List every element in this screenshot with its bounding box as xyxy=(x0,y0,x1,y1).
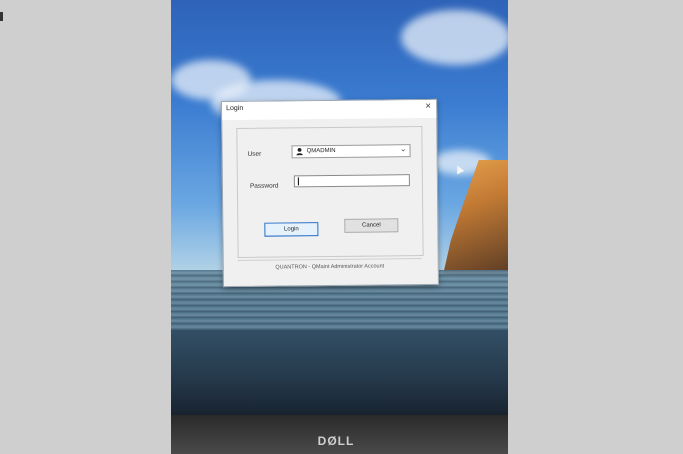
user-avatar-icon xyxy=(296,147,303,156)
password-input[interactable] xyxy=(293,174,410,188)
wet-sand xyxy=(171,330,508,415)
chevron-down-icon: ⌄ xyxy=(399,144,407,154)
login-dialog: Login × User QMADMIN ⌄ Password Login Ca… xyxy=(221,98,439,288)
close-icon[interactable]: × xyxy=(425,101,431,112)
brand-logo: DØLL xyxy=(317,434,355,448)
user-label: User xyxy=(247,150,262,158)
text-caret xyxy=(297,177,299,186)
dialog-title: Login xyxy=(226,104,244,113)
cancel-button[interactable]: Cancel xyxy=(344,218,399,233)
user-select-value: QMADMIN xyxy=(306,147,336,155)
login-form-panel: User QMADMIN ⌄ Password Login Cancel xyxy=(236,126,424,258)
dialog-titlebar: Login × xyxy=(222,99,437,121)
user-select[interactable]: QMADMIN ⌄ xyxy=(291,144,411,159)
login-button[interactable]: Login xyxy=(264,222,319,237)
password-label: Password xyxy=(249,182,279,190)
sea-arch-rock xyxy=(443,160,508,275)
status-bar: QUANTRON - QMaint Administrator Account xyxy=(237,258,422,275)
corner-mark xyxy=(0,12,3,21)
cloud xyxy=(401,10,508,65)
